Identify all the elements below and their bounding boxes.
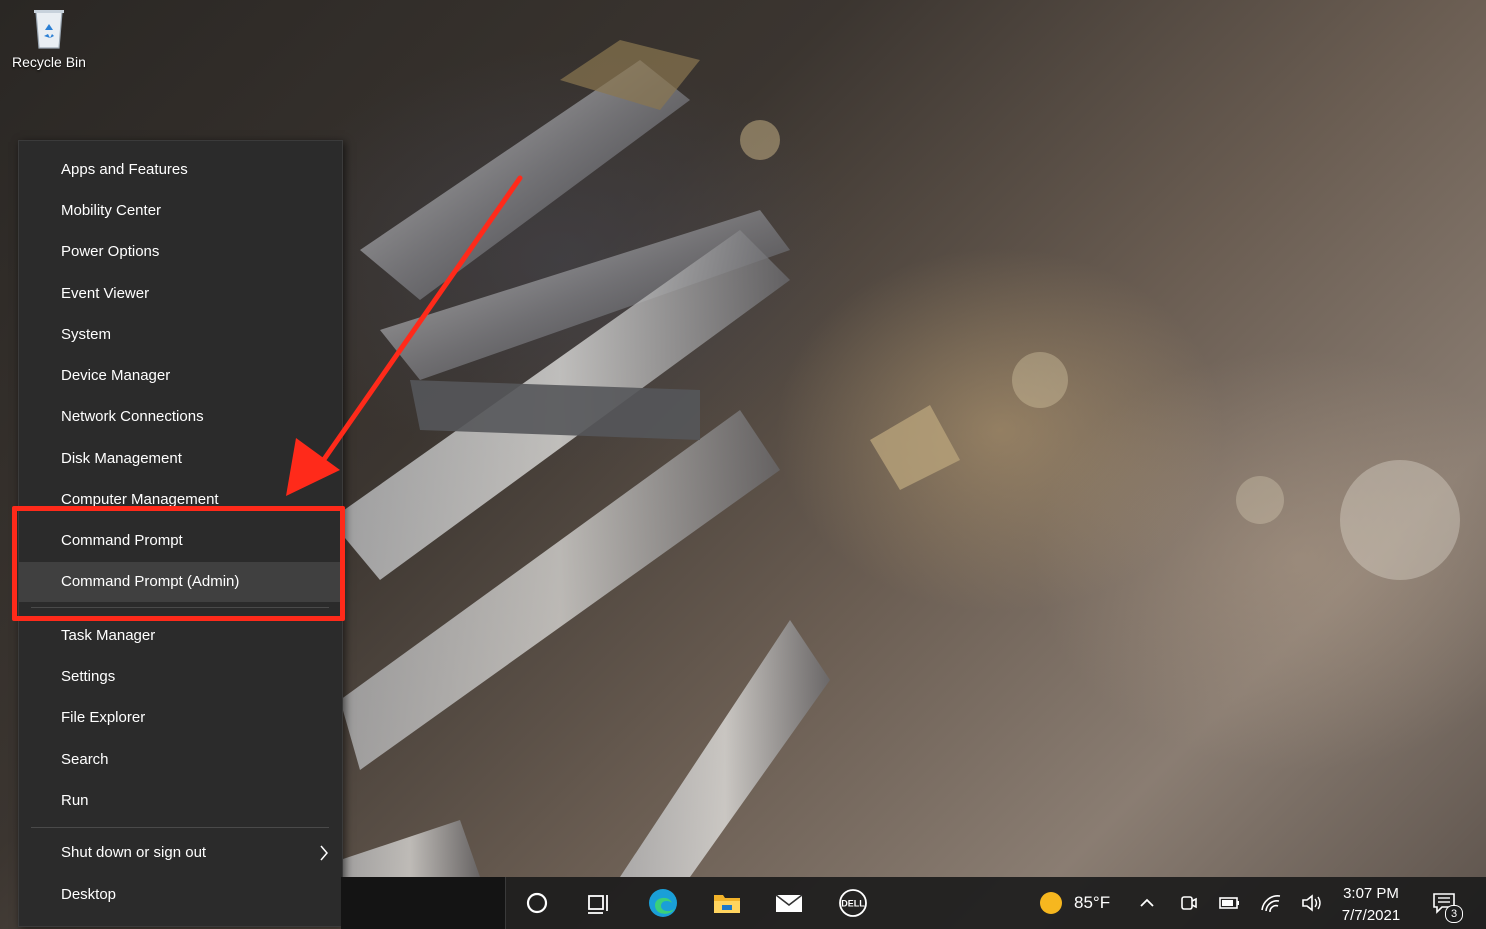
menu-item-apps-and-features[interactable]: Apps and Features: [19, 150, 342, 190]
wifi-icon[interactable]: [1255, 887, 1287, 919]
file-explorer-icon[interactable]: [711, 887, 743, 919]
notification-count-badge: 3: [1445, 905, 1463, 923]
meet-now-icon[interactable]: [1172, 887, 1204, 919]
dell-icon[interactable]: DELL: [837, 887, 869, 919]
taskbar: DELL 85°F 3:07 PM 7/7/2021 3: [341, 877, 1486, 929]
menu-item-device-manager[interactable]: Device Manager: [19, 356, 342, 396]
menu-item-search[interactable]: Search: [19, 740, 342, 780]
mail-icon[interactable]: [773, 887, 805, 919]
menu-item-desktop[interactable]: Desktop: [19, 875, 342, 915]
menu-item-disk-management[interactable]: Disk Management: [19, 439, 342, 479]
sun-icon[interactable]: [1035, 887, 1067, 919]
chevron-right-icon: [318, 833, 330, 873]
menu-item-label: Shut down or sign out: [61, 844, 207, 861]
menu-item-run[interactable]: Run: [19, 781, 342, 821]
menu-item-power-options[interactable]: Power Options: [19, 232, 342, 272]
menu-item-event-viewer[interactable]: Event Viewer: [19, 274, 342, 314]
recycle-bin-label: Recycle Bin: [12, 54, 86, 70]
menu-item-network-connections[interactable]: Network Connections: [19, 397, 342, 437]
annotation-highlight-box: [12, 506, 345, 621]
battery-icon[interactable]: [1213, 887, 1245, 919]
weather-temperature[interactable]: 85°F: [1074, 893, 1110, 913]
volume-icon[interactable]: [1296, 887, 1328, 919]
task-view-icon[interactable]: [583, 887, 615, 919]
menu-item-shut-down-or-sign-out[interactable]: Shut down or sign out: [19, 833, 342, 873]
edge-icon[interactable]: [647, 887, 679, 919]
taskbar-search-area[interactable]: [341, 877, 506, 929]
clock-time: 3:07 PM: [1343, 885, 1399, 902]
svg-text:DELL: DELL: [841, 899, 865, 909]
menu-item-file-explorer[interactable]: File Explorer: [19, 698, 342, 738]
cortana-circle-icon[interactable]: [521, 887, 553, 919]
clock-date: 7/7/2021: [1341, 907, 1401, 924]
menu-item-task-manager[interactable]: Task Manager: [19, 616, 342, 656]
show-hidden-icons-chevron-icon[interactable]: [1131, 887, 1163, 919]
taskbar-clock[interactable]: 3:07 PM 7/7/2021: [1331, 883, 1411, 927]
menu-separator: [31, 827, 329, 828]
menu-item-settings[interactable]: Settings: [19, 657, 342, 697]
menu-item-system[interactable]: System: [19, 315, 342, 355]
recycle-bin-icon: [32, 6, 66, 50]
recycle-bin-shortcut[interactable]: Recycle Bin: [6, 4, 92, 70]
menu-item-mobility-center[interactable]: Mobility Center: [19, 191, 342, 231]
